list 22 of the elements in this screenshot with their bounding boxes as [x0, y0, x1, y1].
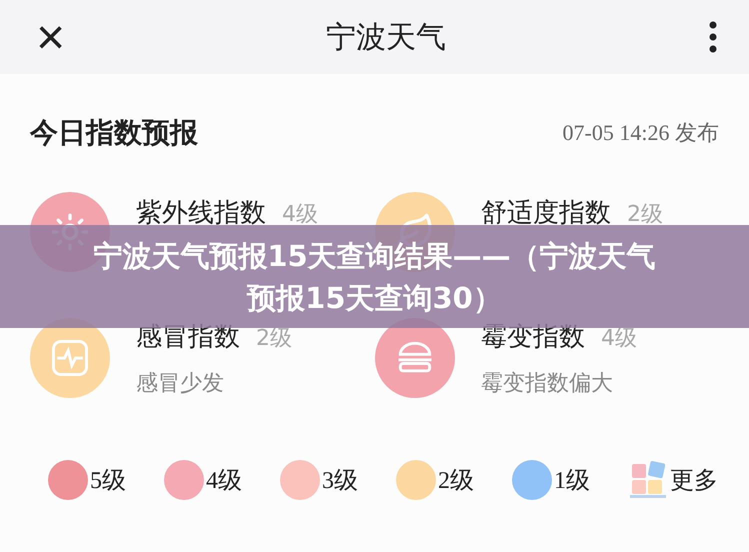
level-label: 3级 [322, 467, 358, 496]
more-link[interactable]: 更多 [670, 464, 718, 496]
index-level: 4级 [282, 200, 318, 228]
index-name: 霉变指数 [481, 320, 585, 354]
page-title: 宁波天气 [326, 18, 446, 56]
level-label: 5级 [90, 467, 126, 496]
index-level: 2级 [627, 200, 663, 228]
banner-title: 宁波天气预报15天查询结果——（宁波天气 [93, 238, 656, 274]
index-description: 霉变指数偏大 [481, 370, 614, 398]
banner-title: 预报15天查询30） [247, 280, 502, 316]
level-label: 1级 [554, 467, 590, 496]
close-button[interactable]: × [36, 12, 66, 62]
index-name: 舒适度指数 [481, 196, 611, 230]
index-level: 4级 [601, 324, 637, 352]
publish-time: 07-05 14:26 发布 [562, 119, 719, 147]
card-title: 今日指数预报 [30, 115, 198, 151]
index-level: 2级 [256, 324, 292, 352]
index-name: 感冒指数 [136, 320, 240, 354]
index-description: 感冒少发 [136, 370, 225, 398]
index-name: 紫外线指数 [136, 196, 266, 230]
level-label: 4级 [206, 467, 242, 496]
level-label: 2级 [438, 467, 474, 496]
